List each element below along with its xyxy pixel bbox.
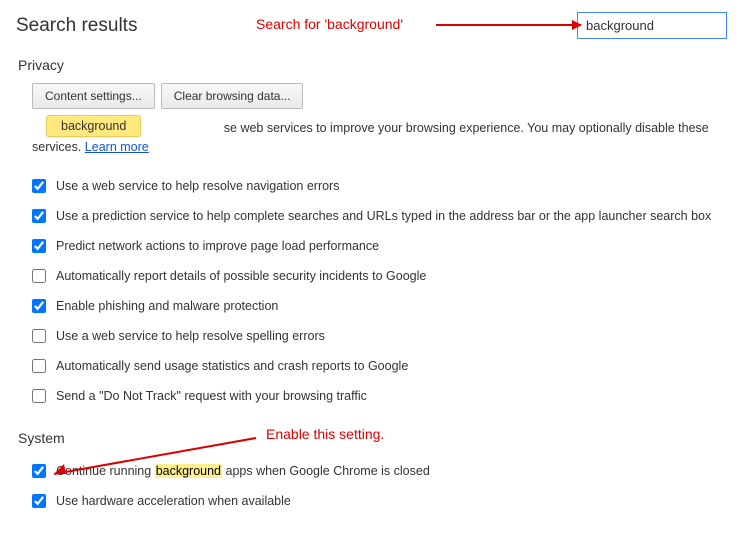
privacy-option-checkbox[interactable] xyxy=(32,209,46,223)
search-input[interactable] xyxy=(584,17,743,34)
privacy-option-row[interactable]: Enable phishing and malware protection xyxy=(16,291,727,321)
privacy-option-label: Enable phishing and malware protection xyxy=(56,297,727,315)
page-title: Search results xyxy=(16,15,137,37)
privacy-option-row[interactable]: Automatically report details of possible… xyxy=(16,261,727,291)
search-highlight-tag: background xyxy=(46,115,141,137)
privacy-option-checkbox[interactable] xyxy=(32,299,46,313)
system-options-list: Continue running background apps when Go… xyxy=(16,456,727,516)
privacy-options-list: Use a web service to help resolve naviga… xyxy=(16,171,727,412)
privacy-option-row[interactable]: Send a "Do Not Track" request with your … xyxy=(16,381,727,411)
privacy-option-checkbox[interactable] xyxy=(32,329,46,343)
privacy-option-label: Use a web service to help resolve naviga… xyxy=(56,177,727,195)
system-option-row[interactable]: Use hardware acceleration when available xyxy=(16,486,727,516)
system-option-checkbox[interactable] xyxy=(32,494,46,508)
privacy-option-row[interactable]: Use a prediction service to help complet… xyxy=(16,201,727,231)
annotation-enable: Enable this setting. xyxy=(266,426,384,442)
system-option-row[interactable]: Continue running background apps when Go… xyxy=(16,456,727,486)
privacy-option-checkbox[interactable] xyxy=(32,389,46,403)
privacy-option-checkbox[interactable] xyxy=(32,269,46,283)
learn-more-link[interactable]: Learn more xyxy=(85,140,149,154)
system-option-label: Continue running background apps when Go… xyxy=(56,462,727,480)
privacy-option-label: Automatically report details of possible… xyxy=(56,267,727,285)
search-highlight: background xyxy=(155,464,222,478)
privacy-option-label: Automatically send usage statistics and … xyxy=(56,357,727,375)
privacy-option-label: Use a prediction service to help complet… xyxy=(56,207,727,225)
privacy-option-checkbox[interactable] xyxy=(32,179,46,193)
privacy-option-checkbox[interactable] xyxy=(32,239,46,253)
privacy-option-checkbox[interactable] xyxy=(32,359,46,373)
clear-browsing-data-button[interactable]: Clear browsing data... xyxy=(161,83,304,109)
section-title-privacy: Privacy xyxy=(16,57,727,73)
system-option-label: Use hardware acceleration when available xyxy=(56,492,727,510)
privacy-button-row: Content settings... Clear browsing data.… xyxy=(16,83,727,109)
privacy-option-label: Send a "Do Not Track" request with your … xyxy=(56,387,727,405)
search-box[interactable]: ✕ xyxy=(577,12,727,39)
content-settings-button[interactable]: Content settings... xyxy=(32,83,155,109)
annotation-search: Search for 'background' xyxy=(256,16,403,32)
privacy-description: background XXXXXXXXXXXXXXXXXXXXXXXse web… xyxy=(16,119,727,157)
privacy-option-row[interactable]: Automatically send usage statistics and … xyxy=(16,351,727,381)
system-option-checkbox[interactable] xyxy=(32,464,46,478)
annotation-arrow-right xyxy=(436,24,581,26)
privacy-option-row[interactable]: Use a web service to help resolve naviga… xyxy=(16,171,727,201)
privacy-option-row[interactable]: Predict network actions to improve page … xyxy=(16,231,727,261)
privacy-option-row[interactable]: Use a web service to help resolve spelli… xyxy=(16,321,727,351)
header-row: Search results Search for 'background' ✕ xyxy=(16,12,727,39)
privacy-option-label: Use a web service to help resolve spelli… xyxy=(56,327,727,345)
privacy-option-label: Predict network actions to improve page … xyxy=(56,237,727,255)
